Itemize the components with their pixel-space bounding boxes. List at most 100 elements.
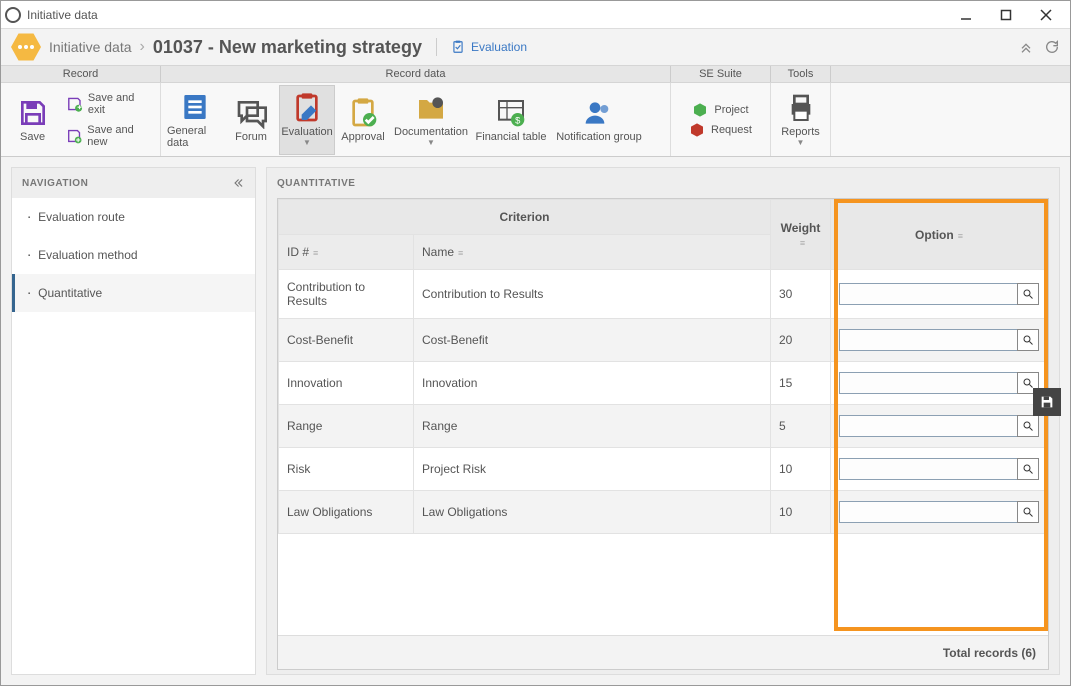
- option-lookup-button[interactable]: [1017, 415, 1039, 437]
- request-hex-icon: [689, 122, 705, 138]
- users-icon: [583, 97, 615, 129]
- expand-icon[interactable]: [1018, 39, 1034, 55]
- nav-item-quantitative[interactable]: Quantitative: [12, 274, 255, 312]
- col-id[interactable]: ID #≡: [279, 235, 414, 270]
- cell-weight: 10: [771, 448, 831, 491]
- option-input[interactable]: [839, 372, 1018, 394]
- save-new-icon: [66, 127, 82, 145]
- documentation-button[interactable]: Documentation ▼: [391, 85, 471, 155]
- save-exit-button[interactable]: Save and exit: [62, 89, 154, 119]
- cell-weight: 30: [771, 270, 831, 319]
- col-weight[interactable]: Weight≡: [771, 200, 831, 270]
- spreadsheet-money-icon: $: [495, 97, 527, 129]
- table-row[interactable]: Risk Project Risk 10: [279, 448, 1048, 491]
- table-row[interactable]: Range Range 5: [279, 405, 1048, 448]
- col-name[interactable]: Name≡: [414, 235, 771, 270]
- documentation-label: Documentation: [394, 126, 468, 138]
- option-lookup-button[interactable]: [1017, 283, 1039, 305]
- breadcrumb-level2: 01037 - New marketing strategy: [153, 37, 422, 58]
- reports-button[interactable]: Reports ▼: [777, 85, 824, 155]
- cell-name: Range: [414, 405, 771, 448]
- clipboard-check-icon: [347, 97, 379, 129]
- option-lookup-button[interactable]: [1017, 501, 1039, 523]
- save-fab-button[interactable]: [1033, 388, 1061, 416]
- reports-label: Reports: [781, 126, 820, 138]
- cell-weight: 15: [771, 362, 831, 405]
- project-button[interactable]: Project: [692, 102, 748, 118]
- cell-option: [831, 362, 1048, 405]
- tab-record: Record: [1, 66, 161, 82]
- breadcrumb-section-label: Evaluation: [471, 40, 527, 54]
- option-lookup-button[interactable]: [1017, 329, 1039, 351]
- breadcrumb-level1[interactable]: Initiative data: [49, 39, 132, 55]
- ribbon-tab-labels: Record Record data SE Suite Tools: [1, 65, 1070, 83]
- divider: [436, 38, 437, 56]
- general-data-button[interactable]: General data: [167, 85, 223, 155]
- cell-option: [831, 491, 1048, 534]
- save-icon: [1039, 394, 1055, 410]
- table-row[interactable]: Law Obligations Law Obligations 10: [279, 491, 1048, 534]
- option-input[interactable]: [839, 415, 1018, 437]
- notification-group-label: Notification group: [556, 131, 642, 143]
- forum-label: Forum: [235, 131, 267, 143]
- save-exit-icon: [66, 95, 83, 113]
- table-row[interactable]: Contribution to Results Contribution to …: [279, 270, 1048, 319]
- approval-label: Approval: [341, 131, 384, 143]
- nav-item-evaluation-route[interactable]: Evaluation route: [12, 198, 255, 236]
- table-row[interactable]: Cost-Benefit Cost-Benefit 20: [279, 319, 1048, 362]
- clipboard-check-icon: [451, 40, 465, 54]
- ribbon: Save Save and exit Save and new General …: [1, 83, 1070, 157]
- option-input[interactable]: [839, 329, 1018, 351]
- refresh-icon[interactable]: [1044, 39, 1060, 55]
- tab-record-data: Record data: [161, 66, 671, 82]
- main-heading: QUANTITATIVE: [267, 168, 1059, 198]
- cell-name: Project Risk: [414, 448, 771, 491]
- cell-weight: 5: [771, 405, 831, 448]
- breadcrumb-separator: ›: [140, 38, 145, 56]
- table-container: Criterion Weight≡ Option≡ ID #≡ Name≡ Co…: [277, 198, 1049, 670]
- financial-table-label: Financial table: [476, 131, 547, 143]
- collapse-icon[interactable]: [231, 176, 245, 190]
- cell-id: Risk: [279, 448, 414, 491]
- maximize-button[interactable]: [986, 2, 1026, 28]
- printer-icon: [785, 92, 817, 124]
- option-input[interactable]: [839, 501, 1018, 523]
- col-weight-label: Weight: [781, 221, 821, 235]
- option-input[interactable]: [839, 458, 1018, 480]
- option-lookup-button[interactable]: [1017, 458, 1039, 480]
- breadcrumb-section[interactable]: Evaluation: [451, 40, 527, 54]
- col-id-label: ID #: [287, 245, 309, 259]
- save-icon: [17, 97, 49, 129]
- evaluation-button[interactable]: Evaluation ▼: [279, 85, 335, 155]
- col-group-criterion[interactable]: Criterion: [279, 200, 771, 235]
- cell-name: Innovation: [414, 362, 771, 405]
- col-option[interactable]: Option≡: [831, 200, 1048, 270]
- titlebar: Initiative data: [1, 1, 1070, 29]
- minimize-button[interactable]: [946, 2, 986, 28]
- folder-clip-icon: [415, 92, 447, 124]
- save-new-button[interactable]: Save and new: [62, 121, 154, 151]
- table-row[interactable]: Innovation Innovation 15: [279, 362, 1048, 405]
- nav-item-evaluation-method[interactable]: Evaluation method: [12, 236, 255, 274]
- general-data-label: General data: [167, 125, 223, 149]
- project-label: Project: [714, 104, 748, 116]
- cell-option: [831, 319, 1048, 362]
- cell-id: Cost-Benefit: [279, 319, 414, 362]
- search-icon: [1022, 288, 1034, 300]
- approval-button[interactable]: Approval: [335, 85, 391, 155]
- navigation-heading-label: NAVIGATION: [22, 178, 88, 189]
- project-hex-icon: [692, 102, 708, 118]
- forum-button[interactable]: Forum: [223, 85, 279, 155]
- document-lines-icon: [179, 91, 211, 123]
- app-icon: [5, 7, 21, 23]
- cell-option: [831, 405, 1048, 448]
- save-button[interactable]: Save: [7, 85, 58, 155]
- cell-name: Law Obligations: [414, 491, 771, 534]
- financial-table-button[interactable]: $ Financial table: [471, 85, 551, 155]
- window: Initiative data Initiative data › 01037 …: [0, 0, 1071, 686]
- option-input[interactable]: [839, 283, 1018, 305]
- chat-icon: [235, 97, 267, 129]
- close-button[interactable]: [1026, 2, 1066, 28]
- request-button[interactable]: Request: [689, 122, 752, 138]
- notification-group-button[interactable]: Notification group: [551, 85, 647, 155]
